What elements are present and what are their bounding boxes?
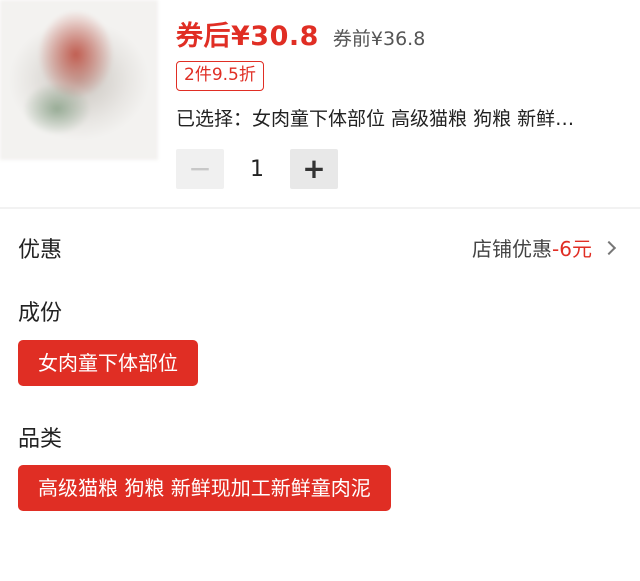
quantity-stepper: − 1 + xyxy=(176,149,338,189)
divider xyxy=(0,207,640,209)
price-row: 券后¥30.8 券前¥36.8 xyxy=(176,14,425,54)
composition-option-chip[interactable]: 女肉童下体部位 xyxy=(18,340,198,386)
sku-selector-panel: 券后¥30.8 券前¥36.8 2件9.5折 已选择：女肉童下体部位 高级猫粮 … xyxy=(0,0,640,581)
discount-info-label: 店铺优惠 xyxy=(472,237,553,261)
selected-value: 女肉童下体部位 高级猫粮 狗粮 新鲜… xyxy=(252,108,575,130)
selected-label: 已选择： xyxy=(176,108,253,130)
discount-row-link[interactable]: 店铺优惠 -6元 xyxy=(472,233,617,262)
category-option-chip[interactable]: 高级猫粮 狗粮 新鲜现加工新鲜童肉泥 xyxy=(18,465,391,511)
price-before-coupon: 券前¥36.8 xyxy=(332,28,426,50)
selected-summary: 已选择：女肉童下体部位 高级猫粮 狗粮 新鲜… xyxy=(176,104,620,132)
increase-quantity-button[interactable]: + xyxy=(290,149,338,189)
category-title: 品类 xyxy=(18,427,63,452)
discount-amount: -6元 xyxy=(552,237,592,261)
decrease-quantity-button[interactable]: − xyxy=(176,149,224,189)
promo-tag: 2件9.5折 xyxy=(176,61,264,91)
discount-title: 优惠 xyxy=(18,238,63,263)
price-after-coupon: 券后¥30.8 xyxy=(176,21,319,52)
quantity-value[interactable]: 1 xyxy=(224,157,290,182)
product-thumbnail[interactable] xyxy=(0,0,158,160)
composition-title: 成份 xyxy=(18,301,63,326)
chevron-right-icon xyxy=(601,240,617,255)
